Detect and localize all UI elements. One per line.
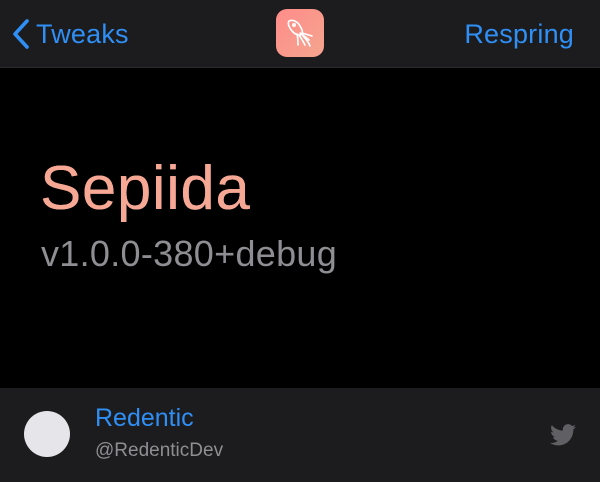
- respring-button[interactable]: Respring: [464, 14, 574, 54]
- preferences-screen: Tweaks Respring Sepiida v1.0.0-380+debug: [0, 0, 600, 482]
- back-button-label: Tweaks: [36, 18, 129, 49]
- avatar: [24, 411, 70, 457]
- author-cell[interactable]: Redentic @RedenticDev: [0, 388, 600, 482]
- chevron-left-icon: [12, 19, 30, 49]
- tweak-title: Sepiida: [40, 154, 251, 223]
- navigation-bar: Tweaks Respring: [0, 0, 600, 68]
- author-handle: @RedenticDev: [95, 440, 224, 461]
- twitter-icon: [550, 424, 576, 446]
- author-name: Redentic: [95, 404, 194, 432]
- squid-icon: [276, 9, 324, 57]
- back-button[interactable]: Tweaks: [12, 14, 129, 54]
- tweak-header: Sepiida v1.0.0-380+debug: [0, 68, 600, 388]
- tweak-version: v1.0.0-380+debug: [41, 233, 338, 274]
